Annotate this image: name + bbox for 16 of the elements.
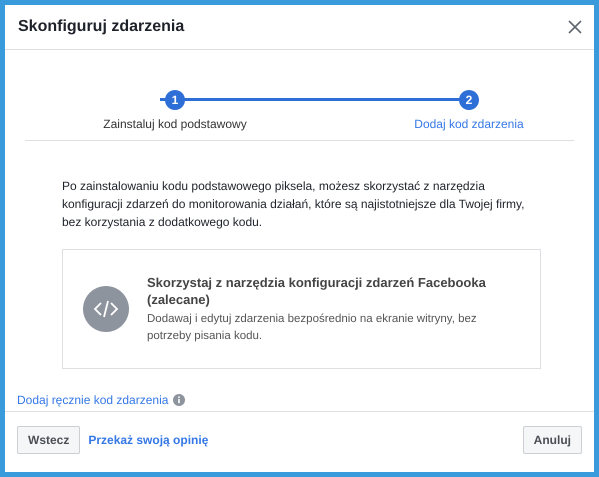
info-icon[interactable] <box>173 394 186 406</box>
feedback-link[interactable]: Przekaż swoją opinię <box>88 433 208 447</box>
step-label[interactable]: Zainstaluj kod podstawowy <box>103 117 247 131</box>
step-number: 2 <box>459 90 479 110</box>
code-icon <box>83 286 129 332</box>
option-title: Skorzystaj z narzędzia konfiguracji zdarzeń Facebooka (zalecane) <box>147 274 487 308</box>
option-description: Dodawaj i edytuj zdarzenia bezpośrednio na ekranie witryny, bez potrzeby pisania kodu. <box>147 312 478 344</box>
intro-text: Po zainstalowaniu kodu podstawowego piksela, możesz skorzystać z narzędzia konfiguracji zdarzeń do monitorowania działań, które są najistotniejsze dla Twojej firmy, bez korzystania z dodatkowego kodu. <box>62 178 526 231</box>
dialog-title: Skonfiguruj zdarzenia <box>18 18 184 36</box>
manual-code-link[interactable]: Dodaj ręcznie kod zdarzenia <box>17 393 168 407</box>
option-card[interactable]: Skorzystaj z narzędzia konfiguracji zdarzeń Facebooka (zalecane) Dodawaj i edytuj zdarzenia bezpośrednio na ekranie witryny, bez potrzeby pisania kodu. <box>62 249 541 369</box>
cancel-button[interactable]: Anuluj <box>522 426 582 454</box>
step-number: 1 <box>165 90 185 110</box>
back-button[interactable]: Wstecz <box>17 426 80 454</box>
step-label[interactable]: Dodaj kod zdarzenia <box>414 117 524 131</box>
close-icon[interactable] <box>568 20 582 34</box>
